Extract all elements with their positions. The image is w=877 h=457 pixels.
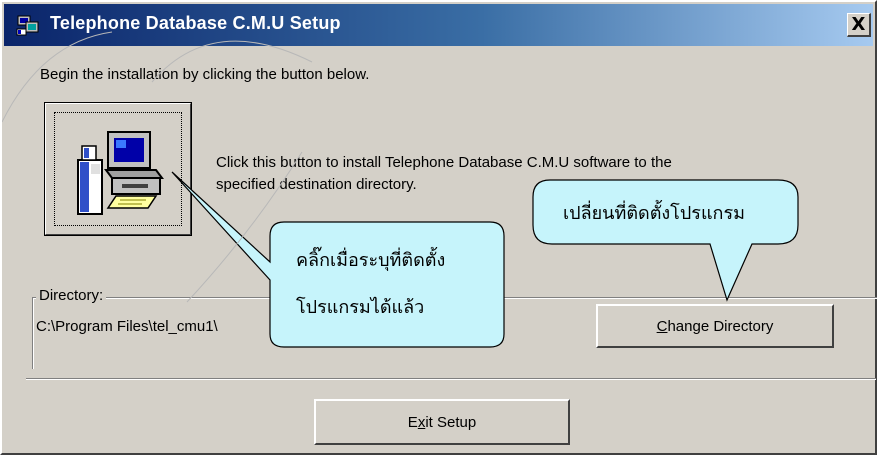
directory-label: Directory: (36, 287, 107, 304)
exit-setup-label-start: E (407, 413, 418, 431)
change-directory-button[interactable]: Change Directory (596, 304, 834, 348)
exit-setup-button[interactable]: Ex it Setup (314, 399, 570, 445)
change-directory-label: hange Directory (667, 317, 774, 335)
install-description-line2: specified destination directory. (216, 176, 417, 193)
install-button[interactable] (44, 102, 192, 236)
directory-path: C:\Program Files\tel_cmu1\ (36, 318, 218, 335)
exit-setup-mnemonic: x (417, 413, 426, 431)
change-directory-callout-text: เปลี่ยนที่ติดตั้งโปรแกรม (563, 203, 745, 224)
close-button[interactable]: X (847, 13, 871, 37)
install-callout-text-line1: คลิ๊กเมื่อระบุที่ติดตั้ง (296, 250, 446, 271)
watermark-stroke (186, 151, 303, 303)
computer-install-icon (77, 131, 164, 215)
title-bar[interactable]: Telephone Database C.M.U Setup X (4, 4, 873, 46)
setup-dialog: Telephone Database C.M.U Setup X Begin t… (0, 0, 877, 455)
begin-instruction: Begin the installation by clicking the b… (40, 66, 370, 83)
change-directory-callout (532, 179, 799, 302)
exit-setup-label-end: it Setup (425, 413, 477, 431)
window-title: Telephone Database C.M.U Setup (50, 13, 341, 33)
separator-line (26, 378, 876, 380)
close-icon: X (851, 14, 866, 35)
install-callout-text-line2: โปรแกรมได้แล้ว (296, 297, 425, 318)
install-description-line1: Click this button to install Telephone D… (216, 154, 672, 171)
change-directory-mnemonic: C (656, 317, 668, 335)
computer-setup-icon (16, 15, 39, 36)
